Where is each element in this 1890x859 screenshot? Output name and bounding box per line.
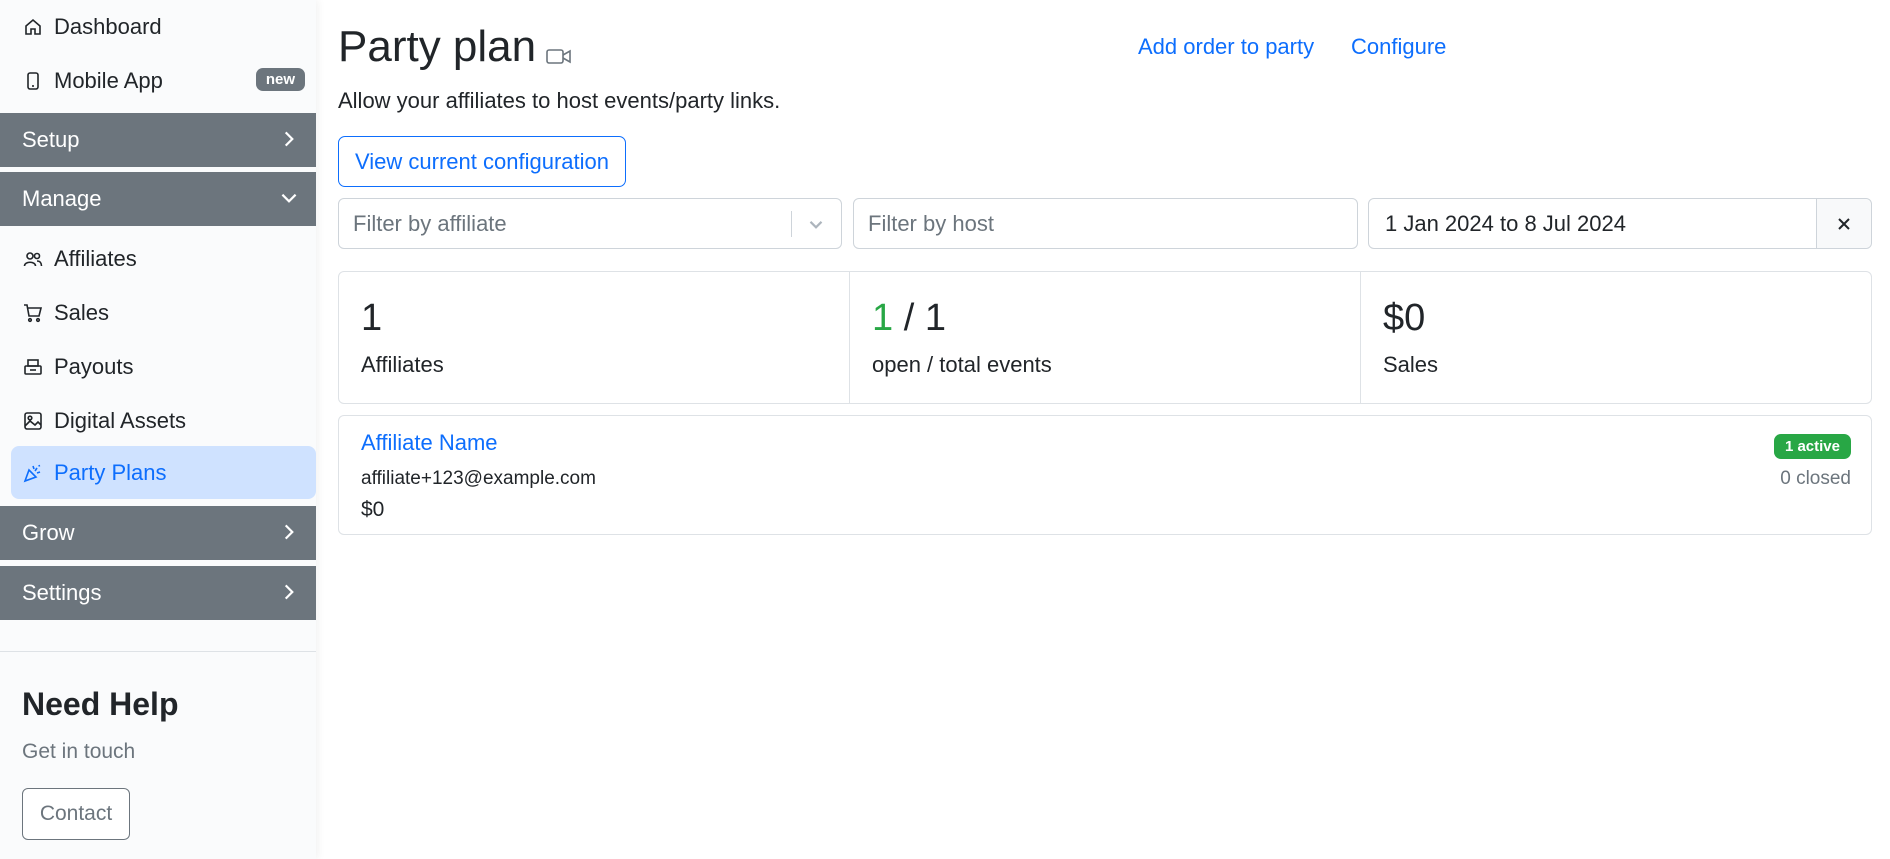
people-icon	[22, 248, 44, 270]
affiliate-email: affiliate+123@example.com	[361, 468, 596, 489]
section-settings[interactable]: Settings	[0, 566, 316, 620]
section-label: Settings	[22, 580, 102, 605]
section-grow[interactable]: Grow	[0, 506, 316, 560]
chevron-down-icon[interactable]	[805, 213, 827, 235]
party-popper-icon	[22, 462, 44, 484]
host-filter-placeholder: Filter by host	[868, 210, 994, 236]
stat-label: Sales	[1383, 352, 1439, 377]
chevron-right-icon	[284, 131, 294, 147]
total-events-count: / 1	[893, 297, 946, 339]
new-badge: new	[255, 68, 305, 91]
sidebar-item-label: Party Plans	[54, 459, 167, 485]
stat-value: 1 / 1	[872, 296, 1338, 340]
sidebar-item-label: Affiliates	[54, 245, 137, 271]
date-range-filter[interactable]: 1 Jan 2024 to 8 Jul 2024	[1368, 198, 1872, 249]
close-icon	[1838, 217, 1850, 230]
add-order-to-party-link[interactable]: Add order to party	[1138, 34, 1314, 60]
stat-sales: $0 Sales	[1361, 272, 1871, 403]
cart-icon	[22, 302, 44, 324]
sidebar-item-dashboard[interactable]: Dashboard	[11, 0, 316, 53]
stat-affiliates: 1 Affiliates	[339, 272, 850, 403]
stat-value: 1	[361, 297, 383, 339]
stat-value: $0	[1383, 297, 1426, 339]
configure-link[interactable]: Configure	[1351, 34, 1446, 60]
sidebar-item-digital-assets[interactable]: Digital Assets	[11, 394, 316, 447]
sidebar-item-party-plans[interactable]: Party Plans	[11, 446, 316, 499]
sidebar: Dashboard Mobile App new Setup Manage Af…	[0, 0, 316, 859]
clear-date-button[interactable]	[1816, 199, 1871, 248]
sidebar-item-affiliates[interactable]: Affiliates	[11, 232, 316, 285]
section-setup[interactable]: Setup	[0, 113, 316, 167]
help-title: Need Help	[22, 686, 179, 722]
sidebar-item-mobile-app[interactable]: Mobile App new	[11, 54, 316, 107]
cash-register-icon	[22, 356, 44, 378]
stat-events: 1 / 1 open / total events	[850, 272, 1361, 403]
sidebar-item-label: Digital Assets	[54, 407, 187, 433]
date-range-value[interactable]: 1 Jan 2024 to 8 Jul 2024	[1369, 199, 1816, 248]
mobile-phone-icon	[22, 70, 44, 92]
affiliate-filter-placeholder: Filter by affiliate	[353, 210, 507, 236]
active-badge: 1 active	[1773, 434, 1851, 459]
section-label: Manage	[22, 186, 102, 211]
stats-panel: 1 Affiliates 1 / 1 open / total events $…	[338, 271, 1872, 404]
sidebar-divider	[0, 651, 316, 652]
contact-button[interactable]: Contact	[22, 788, 130, 840]
sidebar-item-label: Dashboard	[54, 13, 162, 39]
sidebar-item-label: Sales	[54, 299, 110, 325]
chevron-down-icon	[281, 193, 297, 203]
section-label: Setup	[22, 127, 80, 152]
stat-label: open / total events	[872, 352, 1052, 377]
stat-label: Affiliates	[361, 352, 444, 377]
page-title: Party plan	[338, 22, 537, 71]
image-icon	[22, 410, 44, 432]
party-amount: $0	[361, 498, 385, 521]
page-subtitle: Allow your affiliates to host events/par…	[338, 88, 781, 113]
sidebar-item-label: Mobile App	[54, 67, 163, 93]
section-manage[interactable]: Manage	[0, 172, 316, 226]
sidebar-item-label: Payouts	[54, 353, 134, 379]
help-subtitle: Get in touch	[22, 740, 136, 763]
chevron-right-icon	[284, 584, 294, 600]
affiliate-filter-select[interactable]: Filter by affiliate	[338, 198, 842, 249]
select-separator	[791, 211, 792, 237]
open-events-count: 1	[872, 297, 894, 339]
section-label: Grow	[22, 520, 75, 545]
sidebar-item-payouts[interactable]: Payouts	[11, 340, 316, 393]
view-current-configuration-button[interactable]: View current configuration	[338, 136, 626, 187]
sidebar-item-sales[interactable]: Sales	[11, 286, 316, 339]
party-card: Affiliate Name affiliate+123@example.com…	[338, 415, 1872, 535]
closed-count: 0 closed	[1780, 468, 1851, 489]
chevron-right-icon	[284, 524, 294, 540]
affiliate-name-link[interactable]: Affiliate Name	[361, 430, 498, 456]
home-icon	[22, 16, 44, 38]
host-filter-input[interactable]: Filter by host	[853, 198, 1358, 249]
video-camera-icon[interactable]	[545, 45, 573, 67]
